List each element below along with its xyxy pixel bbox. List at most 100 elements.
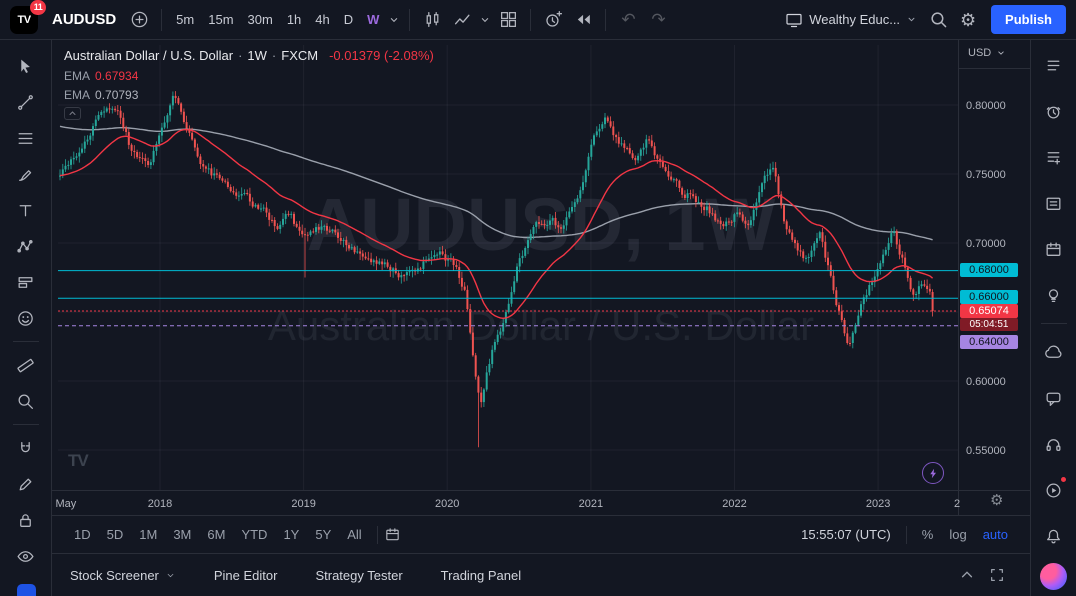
notifications-button[interactable] — [1032, 513, 1076, 559]
legend-collapse-button[interactable] — [64, 107, 81, 120]
tab-label: Trading Panel — [441, 568, 521, 583]
bar-replay-button[interactable] — [568, 5, 598, 35]
settings-button[interactable]: ⚙ — [953, 5, 983, 35]
tab-stock-screener[interactable]: Stock Screener — [70, 568, 176, 583]
tab-pine-editor[interactable]: Pine Editor — [214, 568, 278, 583]
watchlist-button[interactable] — [1032, 42, 1076, 88]
redo-icon: ↷ — [651, 10, 665, 30]
magnet-button[interactable] — [8, 430, 44, 466]
percent-scale-button[interactable]: % — [914, 523, 942, 546]
zoom-button[interactable] — [8, 383, 44, 419]
axis-currency-select[interactable]: USD — [968, 47, 1006, 59]
range-All[interactable]: All — [339, 523, 369, 546]
xabcd-pattern-icon — [16, 237, 35, 256]
chart-column: AUDUSD, 1WAustralian Dollar / U.S. Dolla… — [52, 40, 1030, 596]
svg-text:2022: 2022 — [722, 498, 746, 510]
support-button[interactable] — [1032, 421, 1076, 467]
price-label-level-2[interactable]: 0.66000 — [960, 290, 1018, 304]
log-scale-button[interactable]: log — [941, 523, 974, 546]
chat-promo-icon[interactable] — [17, 584, 36, 596]
create-alert-button[interactable] — [538, 5, 568, 35]
exchange-label[interactable]: FXCM — [281, 48, 318, 63]
emoji-button[interactable] — [8, 300, 44, 336]
user-avatar[interactable] — [1040, 563, 1067, 590]
range-YTD[interactable]: YTD — [233, 523, 275, 546]
ema-legend-1[interactable]: EMA 0.67934 — [64, 69, 434, 83]
cursor-button[interactable] — [8, 48, 44, 84]
undo-button[interactable]: ↶ — [613, 5, 643, 35]
edit-pencil-button[interactable] — [8, 466, 44, 502]
range-1Y[interactable]: 1Y — [275, 523, 307, 546]
price-label-level-1[interactable]: 0.68000 — [960, 263, 1018, 277]
layout-select-button[interactable]: Wealthy Educ... — [779, 5, 923, 35]
range-1D[interactable]: 1D — [66, 523, 99, 546]
tradingview-logo-button[interactable]: TV 11 — [10, 6, 38, 34]
range-5Y[interactable]: 5Y — [307, 523, 339, 546]
panel-open-button[interactable] — [952, 560, 982, 590]
range-5D[interactable]: 5D — [99, 523, 132, 546]
range-6M[interactable]: 6M — [199, 523, 233, 546]
range-3M[interactable]: 3M — [165, 523, 199, 546]
layout-templates-button[interactable] — [493, 5, 523, 35]
tab-trading-panel[interactable]: Trading Panel — [441, 568, 521, 583]
tradingview-watermark-logo[interactable]: TV — [68, 451, 88, 471]
auto-scale-button[interactable]: auto — [975, 523, 1016, 546]
price-label-level-3[interactable]: 0.64000 — [960, 335, 1018, 349]
chevron-down-icon — [388, 14, 400, 26]
ruler-button[interactable] — [8, 347, 44, 383]
interval-1h[interactable]: 1h — [280, 6, 308, 34]
interval-15m[interactable]: 15m — [201, 6, 240, 34]
symbol-title[interactable]: Australian Dollar / U.S. Dollar — [64, 48, 233, 63]
chat-button[interactable] — [1032, 329, 1076, 375]
emoji-icon — [16, 309, 35, 328]
text-button[interactable] — [8, 192, 44, 228]
interval-30m[interactable]: 30m — [241, 6, 280, 34]
symbol-search-button[interactable]: AUDUSD — [52, 11, 116, 28]
hide-all-button[interactable] — [8, 538, 44, 574]
ideas-button[interactable] — [1032, 272, 1076, 318]
go-to-date-button[interactable] — [385, 520, 401, 550]
long-position-button[interactable] — [8, 264, 44, 300]
fib-retracement-button[interactable] — [8, 120, 44, 156]
brush-button[interactable] — [8, 156, 44, 192]
notification-badge: 11 — [30, 0, 46, 15]
hotlists-icon — [1044, 148, 1063, 167]
interval-menu-button[interactable] — [386, 5, 402, 35]
boost-button[interactable] — [922, 462, 944, 484]
lock-all-button[interactable] — [8, 502, 44, 538]
chart-style-button[interactable] — [417, 5, 447, 35]
panel-maximize-button[interactable] — [982, 560, 1012, 590]
interval-5m[interactable]: 5m — [169, 6, 201, 34]
svg-text:0.60000: 0.60000 — [966, 376, 1006, 388]
redo-button[interactable]: ↷ — [643, 5, 673, 35]
conversations-button[interactable] — [1032, 375, 1076, 421]
news-button[interactable] — [1032, 180, 1076, 226]
alerts-button[interactable] — [1032, 88, 1076, 134]
hotlists-button[interactable] — [1032, 134, 1076, 180]
range-1M[interactable]: 1M — [131, 523, 165, 546]
indicators-menu-button[interactable] — [477, 5, 493, 35]
search-button[interactable] — [923, 5, 953, 35]
streams-button[interactable] — [1032, 467, 1076, 513]
interval-label[interactable]: 1W — [247, 48, 267, 63]
indicators-button[interactable] — [447, 5, 477, 35]
clock-button[interactable]: 15:55:07 (UTC) — [793, 523, 899, 546]
interval-W[interactable]: W — [360, 6, 386, 34]
chevron-down-icon — [906, 14, 917, 25]
trendline-button[interactable] — [8, 84, 44, 120]
compare-add-button[interactable] — [124, 5, 154, 35]
ema-legend-2[interactable]: EMA 0.70793 — [64, 88, 434, 102]
toolbar-separator — [605, 9, 606, 31]
tab-strategy-tester[interactable]: Strategy Tester — [315, 568, 402, 583]
publish-button[interactable]: Publish — [991, 5, 1066, 34]
right-sidebar — [1030, 40, 1076, 596]
xabcd-pattern-button[interactable] — [8, 228, 44, 264]
news-icon — [1044, 194, 1063, 213]
interval-D[interactable]: D — [337, 6, 360, 34]
chart-area[interactable]: AUDUSD, 1WAustralian Dollar / U.S. Dolla… — [52, 40, 1030, 515]
toolbar-divider — [1041, 323, 1067, 324]
toolbar-separator — [377, 526, 378, 544]
axis-settings-gear-icon[interactable]: ⚙ — [990, 493, 1003, 508]
calendar-button[interactable] — [1032, 226, 1076, 272]
interval-4h[interactable]: 4h — [308, 6, 336, 34]
